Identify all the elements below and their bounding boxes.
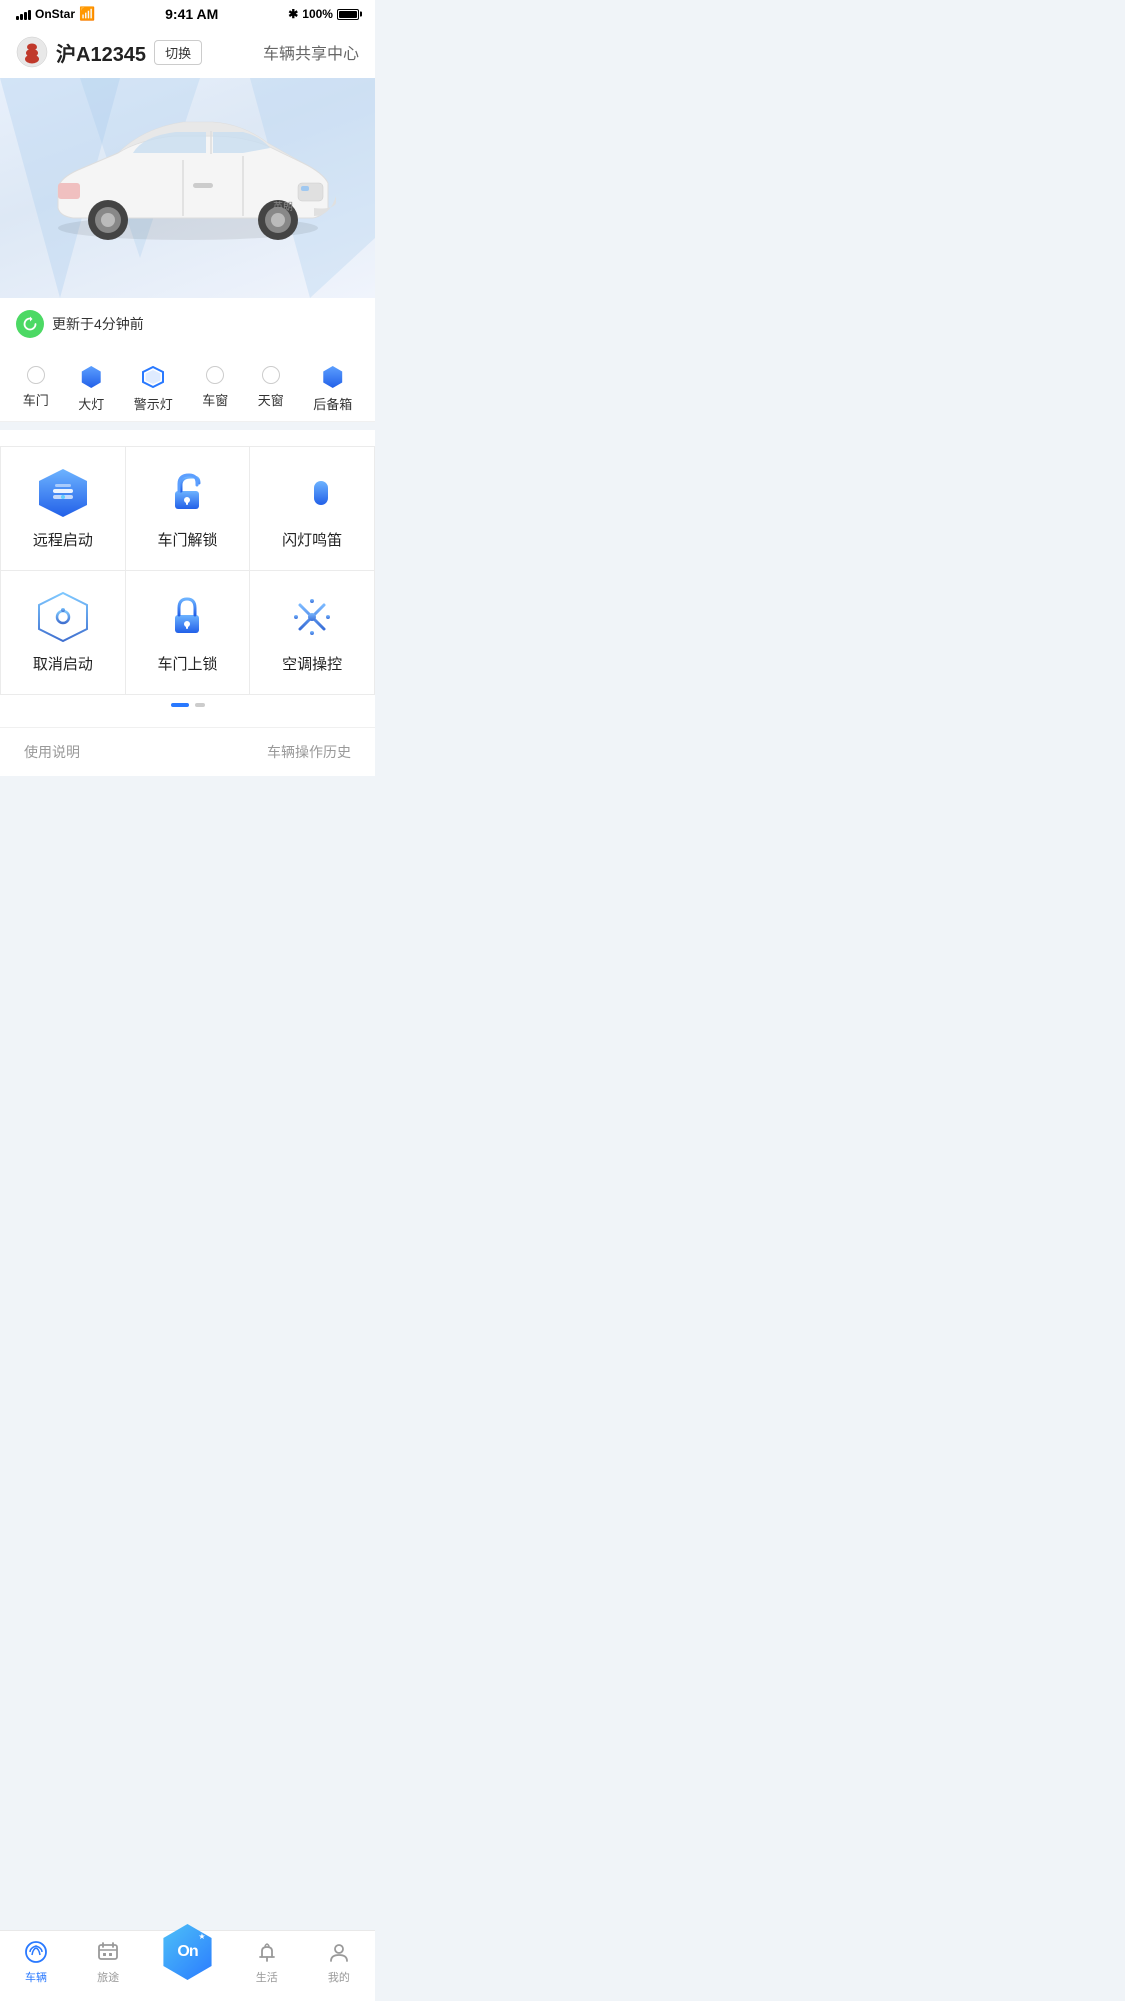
cancel-start-button[interactable]: 取消启动 <box>1 571 126 695</box>
instructions-link[interactable]: 使用说明 <box>24 742 80 762</box>
plate-number: 沪A12345 <box>56 38 146 67</box>
indicator-hazard[interactable]: 警示灯 <box>134 366 173 413</box>
status-left: OnStar 📶 <box>16 6 95 22</box>
door-unlock-label: 车门解锁 <box>157 529 217 550</box>
pagination-dot-2 <box>195 703 205 707</box>
flash-horn-button[interactable]: 闪灯鸣笛 <box>250 447 375 571</box>
indicator-label-hazard: 警示灯 <box>134 394 173 413</box>
carrier-label: OnStar <box>35 7 75 21</box>
header: 沪A12345 切换 车辆共享中心 <box>0 26 375 78</box>
door-lock-label: 车门上锁 <box>157 653 217 674</box>
nav-mine-icon <box>326 1939 352 1965</box>
nav-onstar[interactable]: ★ On <box>144 1944 231 1980</box>
indicator-label-window: 车窗 <box>202 390 228 409</box>
status-indicators: 车门 大灯 警示灯 车窗 天窗 <box>0 350 375 422</box>
svg-text:英朗: 英朗 <box>273 200 293 213</box>
indicator-label-sunroof: 天窗 <box>258 390 284 409</box>
sharing-center-link[interactable]: 车辆共享中心 <box>263 40 359 64</box>
history-link[interactable]: 车辆操作历史 <box>267 742 351 762</box>
indicator-sunroof[interactable]: 天窗 <box>258 366 284 413</box>
indicator-dot-trunk <box>322 366 344 388</box>
flash-horn-label: 闪灯鸣笛 <box>282 529 342 550</box>
footer-links: 使用说明 车辆操作历史 <box>0 727 375 776</box>
pagination-dot-1 <box>171 703 189 707</box>
car-hero: 英朗 <box>0 78 375 298</box>
header-left: 沪A12345 切换 <box>16 36 202 68</box>
nav-life-label: 生活 <box>256 1969 278 1985</box>
door-lock-icon <box>161 591 213 643</box>
nav-on-text: On <box>177 1943 197 1961</box>
battery-icon <box>337 9 359 20</box>
ac-control-icon <box>286 591 338 643</box>
car-image: 英朗 <box>28 88 348 268</box>
buick-logo <box>16 36 48 68</box>
cancel-start-icon <box>37 591 89 643</box>
indicator-label-headlight: 大灯 <box>78 394 104 413</box>
time-display: 9:41 AM <box>165 6 218 22</box>
door-lock-button[interactable]: 车门上锁 <box>126 571 251 695</box>
switch-button[interactable]: 切换 <box>154 40 202 65</box>
nav-life[interactable]: 生活 <box>231 1939 303 1985</box>
remote-start-label: 远程启动 <box>33 529 93 550</box>
flash-horn-icon <box>286 467 338 519</box>
nav-life-icon <box>254 1939 280 1965</box>
indicator-label-trunk: 后备箱 <box>313 394 352 413</box>
indicator-dot-hazard <box>142 366 164 388</box>
indicator-door[interactable]: 车门 <box>23 366 49 413</box>
door-unlock-icon <box>161 467 213 519</box>
ac-control-label: 空调操控 <box>282 653 342 674</box>
wifi-icon: 📶 <box>79 6 95 22</box>
refresh-icon <box>16 310 44 338</box>
nav-mine-label: 我的 <box>328 1969 350 1985</box>
door-unlock-button[interactable]: 车门解锁 <box>126 447 251 571</box>
nav-vehicle-label: 车辆 <box>25 1969 47 1985</box>
nav-journey[interactable]: 旅途 <box>72 1939 144 1985</box>
bluetooth-icon: ✱ <box>288 7 298 21</box>
controls-section: 远程启动 <box>0 430 375 727</box>
nav-journey-icon <box>95 1939 121 1965</box>
signal-icon <box>16 8 31 20</box>
indicator-label-door: 车门 <box>23 390 49 409</box>
nav-star-icon: ★ <box>198 1932 205 1941</box>
nav-mine[interactable]: 我的 <box>303 1939 375 1985</box>
nav-vehicle[interactable]: 车辆 <box>0 1939 72 1985</box>
nav-onstar-btn[interactable]: ★ On <box>159 1924 215 1980</box>
remote-start-icon <box>37 467 89 519</box>
indicator-dot-door <box>27 366 45 384</box>
cancel-start-label: 取消启动 <box>33 653 93 674</box>
status-bar: OnStar 📶 9:41 AM ✱ 100% <box>0 0 375 26</box>
bottom-nav: 车辆 旅途 ★ On <box>0 1930 375 2001</box>
indicator-dot-window <box>206 366 224 384</box>
indicator-window[interactable]: 车窗 <box>202 366 228 413</box>
nav-vehicle-icon <box>23 1939 49 1965</box>
nav-journey-label: 旅途 <box>97 1969 119 1985</box>
status-right: ✱ 100% <box>288 7 359 21</box>
indicator-dot-headlight <box>80 366 102 388</box>
indicator-dot-sunroof <box>262 366 280 384</box>
indicator-headlight[interactable]: 大灯 <box>78 366 104 413</box>
pagination-dots <box>0 695 375 719</box>
battery-percent: 100% <box>302 7 333 21</box>
update-text: 更新于4分钟前 <box>52 314 144 334</box>
ac-control-button[interactable]: 空调操控 <box>250 571 375 695</box>
update-status[interactable]: 更新于4分钟前 <box>0 298 375 350</box>
controls-grid: 远程启动 <box>0 446 375 695</box>
indicator-trunk[interactable]: 后备箱 <box>313 366 352 413</box>
remote-start-button[interactable]: 远程启动 <box>1 447 126 571</box>
